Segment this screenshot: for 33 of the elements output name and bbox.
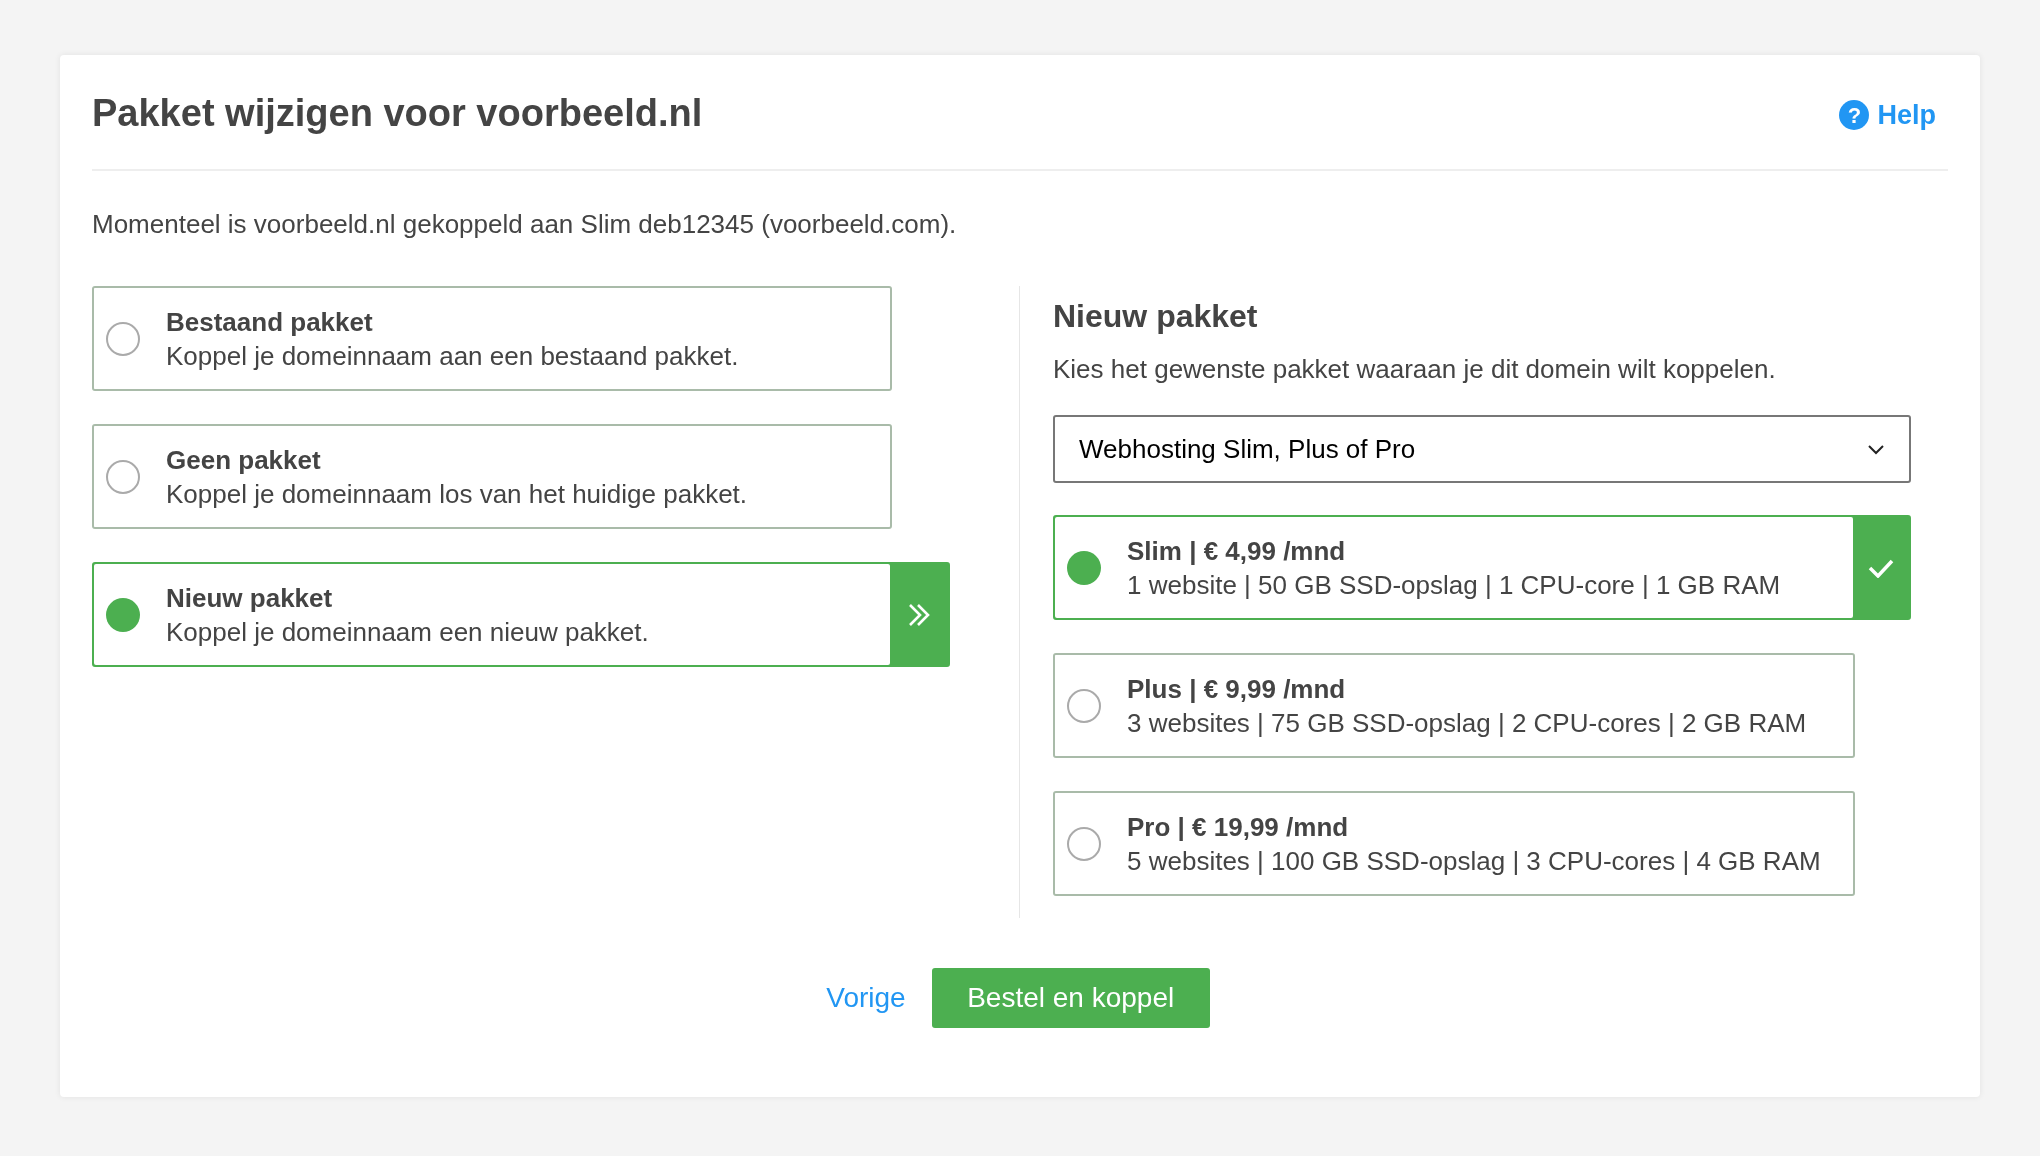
option-card[interactable]: Slim | € 4,99 /mnd 1 website | 50 GB SSD-opslag | 1 CPU-core | 1 GB RAM (1053, 515, 1911, 620)
option-card[interactable]: Plus | € 9,99 /mnd 3 websites | 75 GB SSD-opslag | 2 CPU-cores | 2 GB RAM (1053, 653, 1855, 758)
option-title: Slim | € 4,99 /mnd (1127, 534, 1346, 568)
option-description: 3 websites | 75 GB SSD-opslag | 2 CPU-cores | 2 GB RAM (1127, 706, 1807, 740)
option-card[interactable]: Nieuw pakket Koppel je domeinnaam een nieuw pakket. (92, 562, 950, 667)
option-title: Bestaand pakket (166, 305, 373, 339)
help-icon: ? (1839, 100, 1870, 130)
package-select[interactable]: Webhosting Slim, Plus of Pro (1053, 415, 1911, 483)
radio-button[interactable] (106, 459, 140, 494)
check-icon (1868, 557, 1894, 578)
option-card[interactable]: Pro | € 19,99 /mnd 5 websites | 100 GB SSD-opslag | 3 CPU-cores | 4 GB RAM (1053, 791, 1855, 896)
option-title: Plus | € 9,99 /mnd (1127, 672, 1346, 706)
option-title: Geen pakket (166, 443, 321, 477)
option-description: Koppel je domeinnaam aan een bestaand pakket. (166, 339, 739, 373)
option-description: 5 websites | 100 GB SSD-opslag | 3 CPU-cores | 4 GB RAM (1127, 844, 1821, 878)
radio-button[interactable] (1067, 550, 1101, 585)
option-title: Pro | € 19,99 /mnd (1127, 810, 1349, 844)
section-heading: Nieuw pakket (1053, 297, 1258, 336)
radio-button[interactable] (1067, 688, 1101, 723)
section-subtitle: Kies het gewenste pakket waaraan je dit domein wilt koppelen. (1053, 353, 1776, 386)
option-card[interactable]: Bestaand pakket Koppel je domeinnaam aan een bestaand pakket. (92, 286, 892, 391)
double-chevron-icon (907, 601, 931, 628)
radio-button[interactable] (106, 597, 140, 632)
option-title: Nieuw pakket (166, 581, 333, 615)
option-card[interactable]: Geen pakket Koppel je domeinnaam los van het huidige pakket. (92, 424, 892, 529)
dialog-title: Pakket wijzigen voor voorbeeld.nl (92, 90, 703, 136)
intro-text: Momenteel is voorbeeld.nl gekoppeld aan Slim deb12345 (voorbeeld.com). (92, 208, 957, 241)
option-description: 1 website | 50 GB SSD-opslag | 1 CPU-core | 1 GB RAM (1127, 568, 1781, 602)
radio-button[interactable] (1067, 826, 1101, 861)
option-description: Koppel je domeinnaam los van het huidige pakket. (166, 477, 748, 511)
option-description: Koppel je domeinnaam een nieuw pakket. (166, 615, 649, 649)
radio-button[interactable] (106, 321, 140, 356)
chevron-down-icon (1867, 443, 1885, 455)
